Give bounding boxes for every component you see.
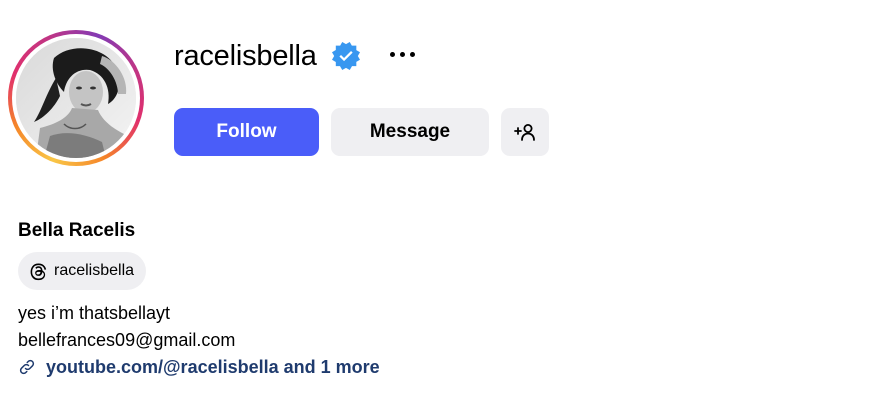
more-options-dot xyxy=(399,51,405,57)
message-button[interactable]: Message xyxy=(331,108,489,156)
avatar xyxy=(16,38,136,158)
threads-handle: racelisbella xyxy=(54,262,135,279)
more-options-icon xyxy=(389,51,395,57)
external-link-text[interactable]: youtube.com/@racelisbella and 1 more xyxy=(46,355,380,379)
avatar-story-ring[interactable] xyxy=(8,30,144,166)
link-icon xyxy=(19,359,35,375)
avatar-ring-gap xyxy=(12,34,140,162)
threads-icon xyxy=(30,263,47,281)
suggested-accounts-button[interactable] xyxy=(501,108,549,156)
avatar-photo-image xyxy=(16,38,136,158)
external-links[interactable]: youtube.com/@racelisbella and 1 more xyxy=(18,355,380,379)
threads-badge[interactable]: racelisbella xyxy=(18,252,147,290)
follow-button[interactable]: Follow xyxy=(174,108,319,156)
verified-badge-icon xyxy=(332,42,360,70)
more-options-button[interactable] xyxy=(383,42,421,66)
bio-email: bellefrances09@gmail.com xyxy=(18,330,236,350)
profile-header: racelisbella Follow Message Bella Raceli… xyxy=(0,0,880,402)
profile-full-name: Bella Racelis xyxy=(18,220,136,241)
add-user-icon xyxy=(514,124,535,141)
bio-line: yes i’m thatsbellayt xyxy=(18,303,171,323)
profile-username: racelisbella xyxy=(174,40,317,72)
more-options-dot xyxy=(409,51,415,57)
